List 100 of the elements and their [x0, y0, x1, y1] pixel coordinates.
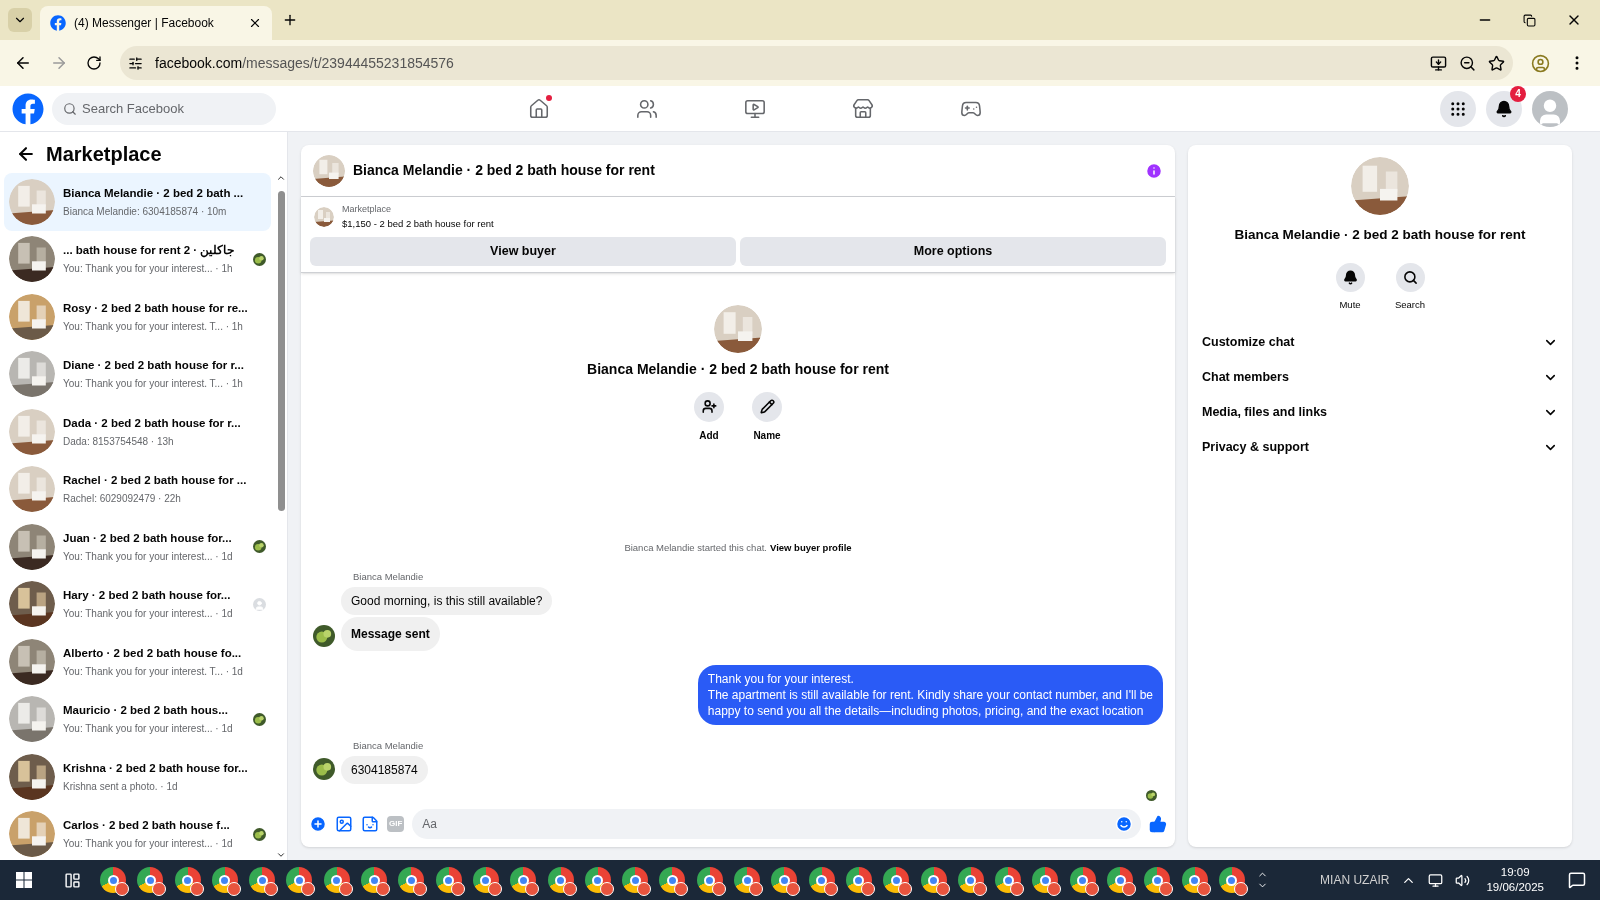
browser-icon[interactable] — [771, 867, 798, 893]
browser-icon[interactable] — [435, 867, 462, 893]
browser-icon[interactable] — [734, 867, 761, 893]
browser-icon[interactable] — [174, 867, 201, 893]
restore-icon[interactable] — [1523, 13, 1536, 27]
profile-icon[interactable] — [1531, 53, 1550, 73]
conversation-title: Alberto · 2 bed 2 bath house fo... — [63, 645, 242, 661]
browser-icon[interactable] — [137, 867, 164, 893]
seen-avatar-icon — [253, 597, 266, 611]
browser-icon[interactable] — [584, 867, 611, 893]
browser-icon[interactable] — [100, 867, 126, 893]
sticker-icon[interactable] — [361, 815, 379, 833]
conversation-preview: You: Thank you for your interest... · 1d — [63, 549, 233, 564]
browser-icon[interactable] — [1218, 867, 1245, 893]
install-icon — [1430, 54, 1447, 72]
friends-icon — [636, 98, 658, 120]
browser-icon[interactable] — [659, 867, 686, 893]
listing-action-button[interactable]: More options — [740, 236, 1166, 266]
browser-icon[interactable] — [211, 867, 238, 893]
browser-icon[interactable] — [883, 867, 910, 893]
conversation-item[interactable]: Krishna · 2 bed 2 bath house for... Krishna sent a photo. · 1d — [4, 748, 271, 806]
browser-icon[interactable] — [510, 867, 537, 893]
browser-icon[interactable] — [547, 867, 574, 893]
conversation-item[interactable]: Rachel · 2 bed 2 bath house for ... Rachel: 6029092479 · 22h — [4, 460, 271, 518]
back-icon[interactable] — [16, 144, 36, 164]
reload-icon[interactable] — [86, 55, 102, 71]
volume-icon[interactable] — [1455, 872, 1471, 888]
browser-icon[interactable] — [845, 867, 872, 893]
conversation-item[interactable]: Bianca Melandie · 2 bed 2 bath ... Bianca Melandie: 6304185874 · 10m — [4, 173, 271, 231]
conversation-item[interactable]: Carlos · 2 bed 2 bath house f... You: Thank you for your interest... · 1d — [4, 805, 271, 860]
add-icon[interactable] — [309, 815, 327, 833]
like-icon[interactable] — [1149, 815, 1167, 833]
search-icon — [63, 101, 77, 116]
browser-icon[interactable] — [995, 867, 1022, 893]
browser-icon[interactable] — [1032, 867, 1059, 893]
listing-action-button[interactable]: View buyer — [310, 236, 736, 266]
bell-icon — [1495, 99, 1513, 118]
task-view-icon[interactable] — [63, 871, 81, 889]
add-person-icon — [701, 399, 717, 415]
windows-logo-icon[interactable] — [16, 872, 32, 888]
browser-icon[interactable] — [361, 867, 388, 893]
browser-icon[interactable] — [398, 867, 425, 893]
conversation-item[interactable]: Alberto · 2 bed 2 bath house fo... You: Thank you for your interest. T... · 1d — [4, 633, 271, 691]
conversation-item[interactable]: Rosy · 2 bed 2 bath house for re... You: Thank you for your interest. T... · 1h — [4, 288, 271, 346]
details-section[interactable]: Customize chat — [1200, 324, 1560, 360]
bookmark-icon — [1488, 54, 1505, 72]
conversation-title: Carlos · 2 bed 2 bath house f... — [63, 818, 230, 834]
browser-icon[interactable] — [622, 867, 649, 893]
browser-tab[interactable]: (4) Messenger | Facebook — [40, 6, 272, 40]
back-icon[interactable] — [14, 54, 32, 72]
new-tab-icon[interactable] — [282, 12, 298, 28]
incoming-message: 6304185874 — [341, 756, 428, 784]
conversation-preview: Krishna sent a photo. · 1d — [63, 779, 178, 794]
search-icon — [1402, 270, 1418, 286]
browser-icon[interactable] — [249, 867, 276, 893]
search-field[interactable]: Search Facebook — [52, 92, 276, 125]
address-bar[interactable]: facebook.com/messages/t/23944455231854576 — [120, 46, 1513, 80]
info-icon[interactable] — [1145, 161, 1163, 180]
url-text: facebook.com/messages/t/23944455231854576 — [155, 53, 455, 73]
conversation-item[interactable]: Juan · 2 bed 2 bath house for... You: Thank you for your interest... · 1d — [4, 518, 271, 576]
close-icon[interactable] — [248, 16, 262, 30]
outgoing-message: Thank you for your interest. The apartment is still available for rent. Kindly share your contact number, and I'll be happy to send you all the details—including photos, pricing, and the exact location — [697, 664, 1163, 725]
system-note: Bianca Melandie started this chat. — [624, 541, 767, 556]
clock-time: 19:09 — [1500, 865, 1530, 880]
browser-icon[interactable] — [1181, 867, 1208, 893]
browser-icon[interactable] — [957, 867, 984, 893]
grid-icon — [1449, 99, 1467, 118]
conversation-preview: Bianca Melandie: 6304185874 · 10m — [63, 204, 227, 219]
browser-icon[interactable] — [286, 867, 313, 893]
details-section[interactable]: Media, files and links — [1200, 394, 1560, 430]
facebook-logo-icon[interactable] — [12, 92, 44, 125]
photo-icon[interactable] — [335, 815, 353, 833]
browser-icon[interactable] — [1144, 867, 1171, 893]
conversation-title: Rosy · 2 bed 2 bath house for re... — [63, 300, 248, 316]
browser-icon[interactable] — [323, 867, 350, 893]
conversation-item[interactable]: Hary · 2 bed 2 bath house for... You: Thank you for your interest... · 1d — [4, 575, 271, 633]
conversation-item[interactable]: Diane · 2 bed 2 bath house for r... You: Thank you for your interest. T... · 1h — [4, 345, 271, 403]
message-field[interactable]: Aa — [412, 809, 1141, 839]
details-section[interactable]: Privacy & support — [1200, 429, 1560, 465]
incoming-message: Message sent — [341, 616, 440, 651]
conversation-item[interactable]: Mauricio · 2 bed 2 bath hous... You: Thank you for your interest... · 1d — [4, 690, 271, 748]
conversation-item[interactable]: Dada · 2 bed 2 bath house for r... Dada: 8153754548 · 13h — [4, 403, 271, 461]
browser-icon[interactable] — [920, 867, 947, 893]
scrollbar-thumb[interactable] — [277, 191, 285, 511]
facebook-logo-icon — [50, 15, 66, 31]
browser-icon[interactable] — [808, 867, 835, 893]
network-icon[interactable] — [1428, 872, 1444, 888]
details-section[interactable]: Chat members — [1200, 359, 1560, 395]
chat-title: Bianca Melandie · 2 bed 2 bath house for rent — [353, 161, 656, 180]
browser-icon[interactable] — [696, 867, 723, 893]
tab-list-button[interactable] — [8, 8, 32, 32]
clock-date: 19/06/2025 — [1486, 880, 1544, 895]
view-buyer-profile-link[interactable]: View buyer profile — [769, 541, 852, 556]
browser-icon[interactable] — [1107, 867, 1133, 893]
notifications-icon[interactable] — [1568, 871, 1586, 889]
menu-button[interactable] — [1440, 90, 1476, 127]
browser-icon[interactable] — [472, 867, 499, 893]
conversation-title: Bianca Melandie · 2 bed 2 bath ... — [63, 185, 244, 201]
conversation-preview: You: Thank you for your interest... · 1d — [63, 607, 233, 622]
browser-icon[interactable] — [1069, 867, 1096, 893]
